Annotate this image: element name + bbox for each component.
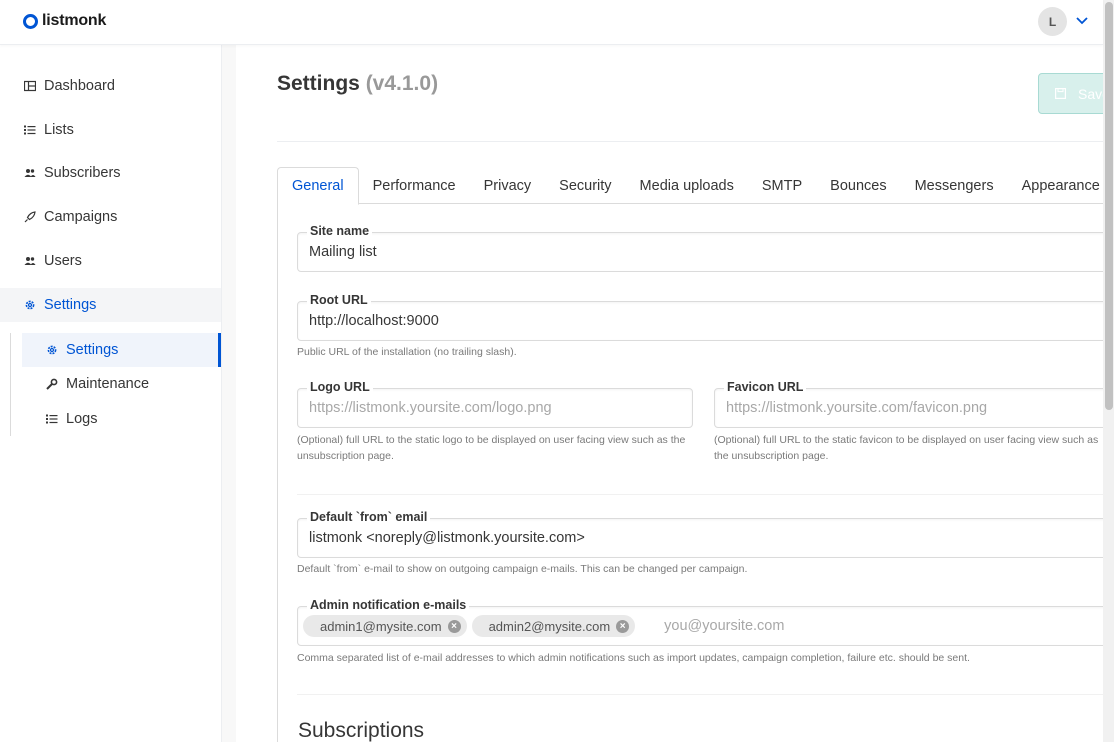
scrollbar[interactable] xyxy=(1103,0,1114,742)
tab-messengers[interactable]: Messengers xyxy=(901,167,1008,204)
favicon-url-label: Favicon URL xyxy=(724,380,807,394)
settings-panel: Settings (v4.1.0) Save General Performan… xyxy=(236,45,1114,742)
sidebar-item-label: Campaigns xyxy=(44,209,118,225)
root-url-field: Root URL http://localhost:9000 xyxy=(297,293,1110,341)
gear-icon xyxy=(24,299,36,311)
tab-bounces[interactable]: Bounces xyxy=(816,167,900,204)
tab-media-uploads[interactable]: Media uploads xyxy=(626,167,748,204)
page-title-text: Settings xyxy=(277,72,360,95)
email-tag-text: admin2@mysite.com xyxy=(488,618,611,634)
root-url-label: Root URL xyxy=(307,293,371,307)
top-bar: listmonk L xyxy=(0,0,1103,45)
settings-tabs: General Performance Privacy Security Med… xyxy=(277,167,1114,205)
logo-url-field: Logo URL https://listmonk.yoursite.com/l… xyxy=(297,380,693,428)
logo[interactable]: listmonk xyxy=(23,12,106,30)
root-url-input[interactable]: http://localhost:9000 xyxy=(297,301,1110,341)
rocket-icon xyxy=(24,211,36,223)
chevron-down-icon[interactable] xyxy=(1075,14,1089,28)
avatar[interactable]: L xyxy=(1038,7,1067,36)
list-icon xyxy=(24,124,36,136)
submenu-line xyxy=(10,333,11,436)
favicon-url-input[interactable]: https://listmonk.yoursite.com/favicon.pn… xyxy=(714,388,1110,428)
sidebar-item-dashboard[interactable]: Dashboard xyxy=(0,69,221,103)
save-icon xyxy=(1055,88,1066,99)
sidebar-item-campaigns[interactable]: Campaigns xyxy=(0,200,221,234)
sidebar-item-label: Dashboard xyxy=(44,78,115,94)
sidebar: Dashboard Lists Subscribers Campaigns Us… xyxy=(0,45,222,742)
sidebar-item-label: Settings xyxy=(44,297,97,313)
admin-emails-help: Comma separated list of e-mail addresses… xyxy=(297,652,970,664)
site-name-field: Site name Mailing list xyxy=(297,224,1110,272)
sidebar-item-settings[interactable]: Settings xyxy=(0,288,221,322)
subscriptions-section-title: Subscriptions xyxy=(298,719,425,742)
email-tag: admin1@mysite.com × xyxy=(303,615,467,637)
general-tab-content: Site name Mailing list Root URL http://l… xyxy=(277,204,1114,742)
tab-privacy[interactable]: Privacy xyxy=(470,167,546,204)
logo-icon xyxy=(23,13,38,29)
sidebar-item-label: Users xyxy=(44,253,82,269)
sidebar-item-label: Subscribers xyxy=(44,165,121,181)
scrollbar-thumb[interactable] xyxy=(1105,2,1113,410)
main-area: Settings (v4.1.0) Save General Performan… xyxy=(222,45,1114,742)
root-url-help: Public URL of the installation (no trail… xyxy=(297,346,517,358)
favicon-url-field: Favicon URL https://listmonk.yoursite.co… xyxy=(714,380,1110,428)
dashboard-icon xyxy=(24,80,36,92)
tab-smtp[interactable]: SMTP xyxy=(748,167,816,204)
email-tag-text: admin1@mysite.com xyxy=(320,618,442,634)
tab-appearance[interactable]: Appearance xyxy=(1008,167,1114,204)
sidebar-item-label: Lists xyxy=(44,122,74,138)
wrench-icon xyxy=(46,378,58,390)
from-email-input[interactable]: listmonk <noreply@listmonk.yoursite.com> xyxy=(297,518,1110,558)
sidebar-item-users[interactable]: Users xyxy=(0,244,221,278)
tab-security[interactable]: Security xyxy=(545,167,625,204)
admin-emails-taginput[interactable]: admin1@mysite.com × admin2@mysite.com × … xyxy=(297,606,1110,646)
section-divider xyxy=(297,694,1110,695)
site-name-label: Site name xyxy=(307,224,373,238)
page-title: Settings (v4.1.0) xyxy=(277,72,438,96)
site-name-input[interactable]: Mailing list xyxy=(297,232,1110,272)
from-email-help: Default `from` e-mail to show on outgoin… xyxy=(297,563,748,575)
logo-text: listmonk xyxy=(42,12,107,29)
users-icon xyxy=(24,167,36,179)
admin-emails-placeholder[interactable]: you@yoursite.com xyxy=(664,618,784,634)
admin-emails-label: Admin notification e-mails xyxy=(307,598,470,612)
from-email-field: Default `from` email listmonk <noreply@l… xyxy=(297,510,1110,558)
sidebar-item-lists[interactable]: Lists xyxy=(0,113,221,147)
submenu-item-label: Settings xyxy=(66,342,119,358)
list-icon xyxy=(46,413,58,425)
tab-performance[interactable]: Performance xyxy=(359,167,470,204)
title-divider xyxy=(277,141,1114,142)
logo-url-label: Logo URL xyxy=(307,380,373,394)
close-icon[interactable]: × xyxy=(447,619,461,633)
logo-url-help: (Optional) full URL to the static logo t… xyxy=(297,434,686,462)
tab-general[interactable]: General xyxy=(277,167,359,205)
submenu-item-label: Maintenance xyxy=(66,376,150,392)
version-label: (v4.1.0) xyxy=(365,72,439,95)
favicon-url-help: (Optional) full URL to the static favico… xyxy=(714,434,1099,462)
submenu-item-settings[interactable]: Settings xyxy=(22,333,221,367)
users-icon xyxy=(24,255,36,267)
gear-icon xyxy=(46,344,58,356)
section-divider xyxy=(297,494,1110,495)
logo-url-input[interactable]: https://listmonk.yoursite.com/logo.png xyxy=(297,388,693,428)
close-icon[interactable]: × xyxy=(616,619,630,633)
admin-emails-field: Admin notification e-mails admin1@mysite… xyxy=(297,598,1110,646)
sidebar-item-subscribers[interactable]: Subscribers xyxy=(0,156,221,190)
from-email-label: Default `from` email xyxy=(307,510,431,524)
submenu-item-maintenance[interactable]: Maintenance xyxy=(22,367,221,401)
email-tag: admin2@mysite.com × xyxy=(471,615,636,637)
submenu-item-label: Logs xyxy=(66,411,98,427)
submenu-item-logs[interactable]: Logs xyxy=(22,402,221,436)
